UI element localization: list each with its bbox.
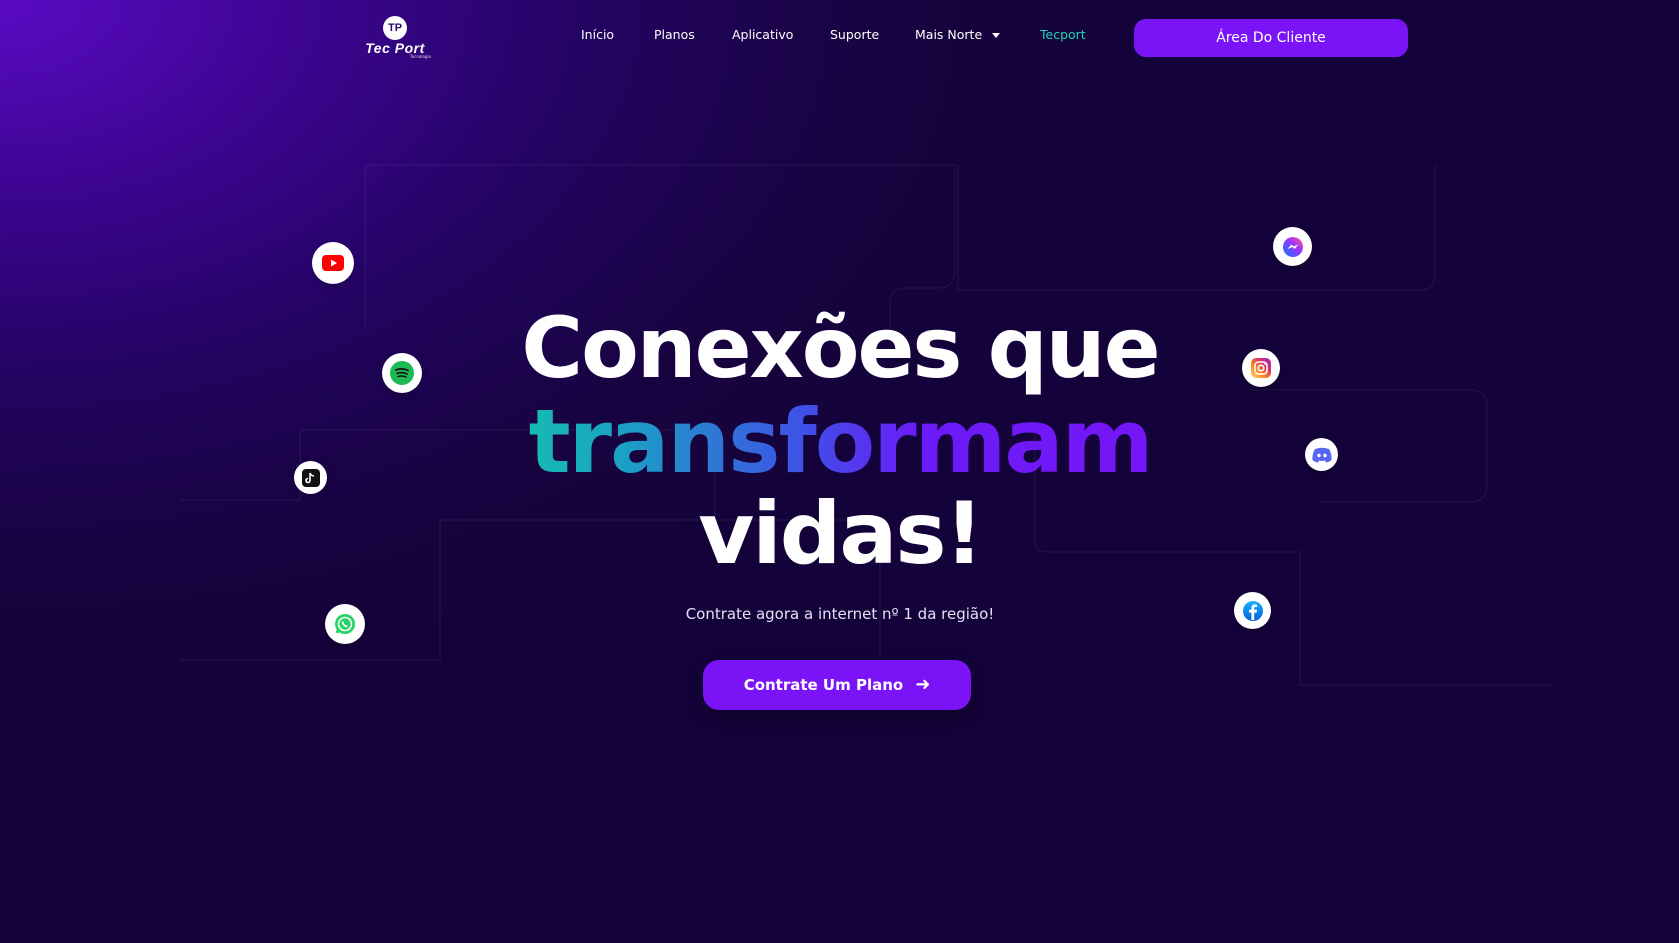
logo-text: Tec Port [365,40,425,56]
contract-plan-button[interactable]: Contrate Um Plano ➜ [703,660,971,710]
spotify-icon [382,353,422,393]
nav-aplicativo[interactable]: Aplicativo [732,27,793,42]
youtube-icon [312,242,354,284]
facebook-icon [1234,592,1271,629]
nav-inicio[interactable]: Início [581,27,614,42]
logo-tagline: Tecnologia [409,54,431,59]
hero-headline-line1: Conexões que [521,299,1160,397]
nav-suporte[interactable]: Suporte [830,27,879,42]
nav-mais-norte-label: Mais Norte [915,27,983,42]
messenger-icon [1273,227,1312,266]
hero-headline-line2: transformam [440,392,1240,492]
hero-headline-line3: vidas! [698,484,984,584]
instagram-icon [1242,349,1280,387]
tiktok-icon [294,461,327,494]
client-area-button[interactable]: Área Do Cliente [1134,19,1408,57]
discord-icon [1305,438,1338,471]
logo-mark: TP [383,16,407,40]
arrow-right-icon: ➜ [915,674,931,695]
nav-tecport[interactable]: Tecport [1040,27,1086,42]
logo[interactable]: TP Tec Port Tecnologia [357,16,433,60]
nav-mais-norte-dropdown[interactable]: Mais Norte [915,27,1001,42]
whatsapp-icon [325,604,365,644]
nav-planos[interactable]: Planos [654,27,695,42]
chevron-down-icon [992,33,1001,38]
contract-plan-label: Contrate Um Plano [743,676,904,694]
hero-subtitle: Contrate agora a internet nº 1 da região… [685,605,995,623]
